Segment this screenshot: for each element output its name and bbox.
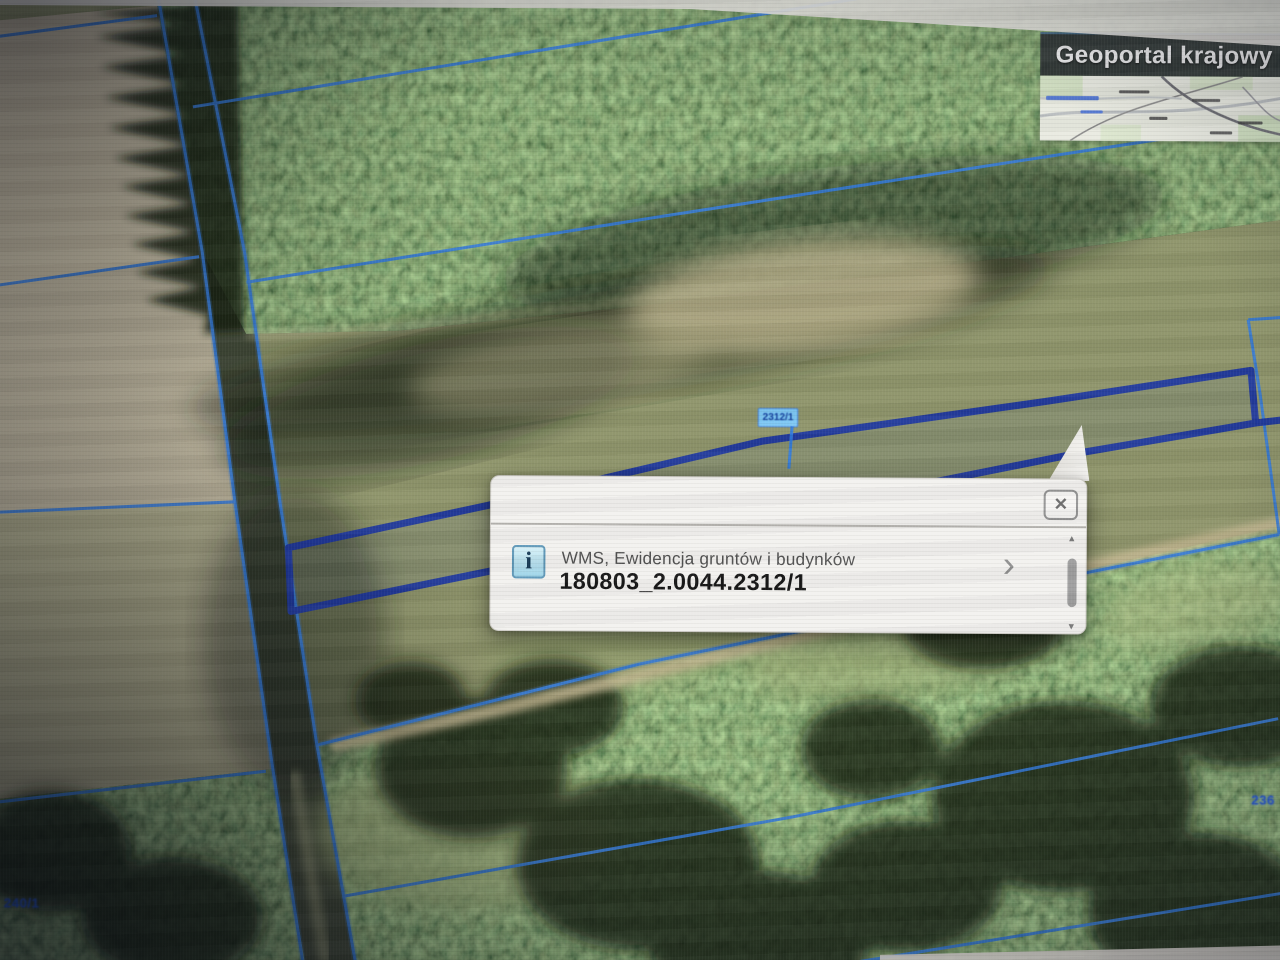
- scroll-down-icon[interactable]: ▼: [1067, 621, 1076, 631]
- parcel-label: 240/1: [3, 895, 40, 911]
- basemap-switcher-widget[interactable]: Geoportal krajowy: [1039, 32, 1280, 142]
- scroll-up-icon[interactable]: ▲: [1067, 533, 1076, 543]
- info-icon: i: [511, 544, 546, 579]
- popup-scrollbar[interactable]: ▲ ▼: [1063, 533, 1080, 631]
- chevron-right-icon[interactable]: ›: [1003, 543, 1015, 585]
- popup-body: ✕ i WMS, Ewidencja gruntów i budynków 18…: [489, 475, 1088, 635]
- brand-title-bar: Geoportal krajowy: [1040, 32, 1280, 78]
- close-icon[interactable]: ✕: [1043, 489, 1079, 521]
- thumbnail-map-art: [1039, 75, 1280, 142]
- scrollbar-thumb[interactable]: [1066, 558, 1077, 608]
- brand-title: Geoportal krajowy: [1055, 40, 1273, 70]
- popup-divider: [490, 522, 1087, 529]
- geoportal-map-screen[interactable]: 240/1 236 2312/1 Geoportal krajowy ✕ i W…: [0, 0, 1280, 960]
- parcel-label: 236: [1251, 792, 1275, 808]
- overview-map-thumbnail[interactable]: [1039, 75, 1280, 142]
- parcel-id-text: 180803_2.0044.2312/1: [559, 567, 808, 596]
- selected-parcel-label: 2312/1: [757, 407, 799, 428]
